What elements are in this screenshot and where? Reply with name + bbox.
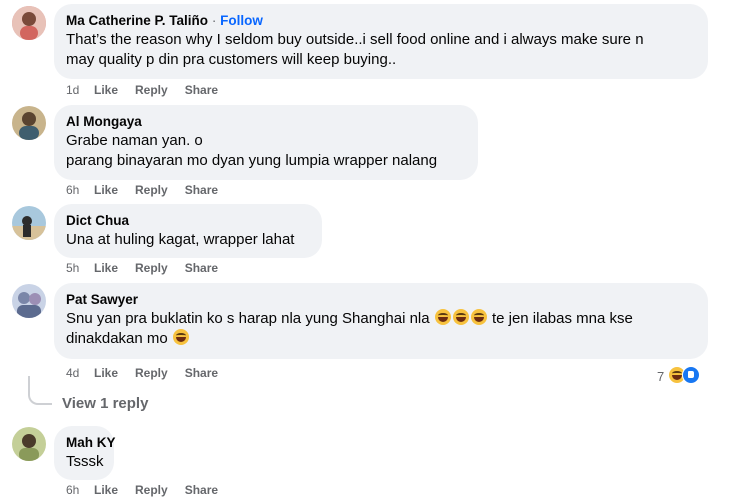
comment-time[interactable]: 6h bbox=[66, 483, 94, 497]
view-replies-link[interactable]: View 1 reply bbox=[62, 395, 148, 412]
like-button[interactable]: Like bbox=[94, 261, 118, 275]
comment-actions: 5h Like Reply Share bbox=[66, 261, 235, 275]
avatar[interactable] bbox=[12, 6, 46, 40]
comment-actions: 6h Like Reply Share bbox=[66, 183, 235, 197]
profile-photo bbox=[12, 427, 46, 461]
like-button[interactable]: Like bbox=[94, 483, 118, 497]
reaction-count: 7 bbox=[657, 369, 665, 384]
share-button[interactable]: Share bbox=[185, 83, 218, 97]
reply-button[interactable]: Reply bbox=[135, 83, 168, 97]
reaction-summary[interactable]: 7 bbox=[657, 366, 700, 384]
comment-bubble: Ma Catherine P. Taliño · Follow That’s t… bbox=[54, 4, 708, 79]
like-button[interactable]: Like bbox=[94, 183, 118, 197]
commenter-name[interactable]: Dict Chua bbox=[66, 212, 310, 230]
comment-text-line: may quality p din pra customers will kee… bbox=[66, 51, 397, 68]
avatar[interactable] bbox=[12, 106, 46, 140]
profile-photo bbox=[12, 206, 46, 240]
laughing-emoji-icon bbox=[172, 329, 189, 345]
comment-time[interactable]: 4d bbox=[66, 366, 94, 380]
like-button[interactable]: Like bbox=[94, 83, 118, 97]
avatar[interactable] bbox=[12, 427, 46, 461]
comment-text-line: That’s the reason why I seldom buy outsi… bbox=[66, 31, 644, 48]
reply-thread-line bbox=[28, 376, 52, 405]
follow-button[interactable]: Follow bbox=[220, 13, 263, 28]
avatar[interactable] bbox=[12, 284, 46, 318]
commenter-name[interactable]: Ma Catherine P. Taliño bbox=[66, 13, 208, 28]
profile-photo bbox=[12, 106, 46, 140]
share-button[interactable]: Share bbox=[185, 183, 218, 197]
comment-bubble: Dict Chua Una at huling kagat, wrapper l… bbox=[54, 204, 322, 258]
like-reaction-icon bbox=[681, 366, 700, 384]
reply-button[interactable]: Reply bbox=[135, 183, 168, 197]
comment-actions: 4d Like Reply Share bbox=[66, 366, 235, 380]
reply-button[interactable]: Reply bbox=[135, 366, 168, 380]
profile-photo bbox=[12, 6, 46, 40]
reply-button[interactable]: Reply bbox=[135, 261, 168, 275]
share-button[interactable]: Share bbox=[185, 261, 218, 275]
laughing-emoji-icon bbox=[434, 309, 451, 325]
laughing-emoji-icon bbox=[452, 309, 469, 325]
profile-photo bbox=[12, 284, 46, 318]
commenter-name[interactable]: Al Mongaya bbox=[66, 113, 466, 131]
laughing-emoji-icon bbox=[470, 309, 487, 325]
comment-time[interactable]: 1d bbox=[66, 83, 94, 97]
share-button[interactable]: Share bbox=[185, 483, 218, 497]
comment-time[interactable]: 6h bbox=[66, 183, 94, 197]
comment-actions: 6h Like Reply Share bbox=[66, 483, 235, 497]
comment-time[interactable]: 5h bbox=[66, 261, 94, 275]
comment-actions: 1d Like Reply Share bbox=[66, 83, 235, 97]
like-button[interactable]: Like bbox=[94, 366, 118, 380]
comment-bubble: Al Mongaya Grabe naman yan. o parang bin… bbox=[54, 105, 478, 180]
comment-text-line: Una at huling kagat, wrapper lahat bbox=[66, 231, 295, 248]
comment-text-segment: te jen ilabas mna kse bbox=[491, 310, 633, 327]
reply-button[interactable]: Reply bbox=[135, 483, 168, 497]
comment-bubble: Pat Sawyer Snu yan pra buklatin ko s har… bbox=[54, 283, 708, 359]
comment-text-segment: Snu yan pra buklatin ko s harap nla yung… bbox=[66, 310, 430, 327]
share-button[interactable]: Share bbox=[185, 366, 218, 380]
commenter-name[interactable]: Pat Sawyer bbox=[66, 291, 696, 309]
comment-text-segment: dinakdakan mo bbox=[66, 330, 168, 347]
comment-text-line: parang binayaran mo dyan yung lumpia wra… bbox=[66, 152, 438, 169]
separator-dot: · bbox=[211, 13, 217, 28]
avatar[interactable] bbox=[12, 206, 46, 240]
commenter-name[interactable]: Mah KY bbox=[66, 434, 116, 452]
comment-text-line: Grabe naman yan. o bbox=[66, 132, 203, 149]
comment-text-line: Tsssk bbox=[66, 453, 104, 470]
comment-bubble: Mah KY Tsssk bbox=[54, 426, 116, 480]
